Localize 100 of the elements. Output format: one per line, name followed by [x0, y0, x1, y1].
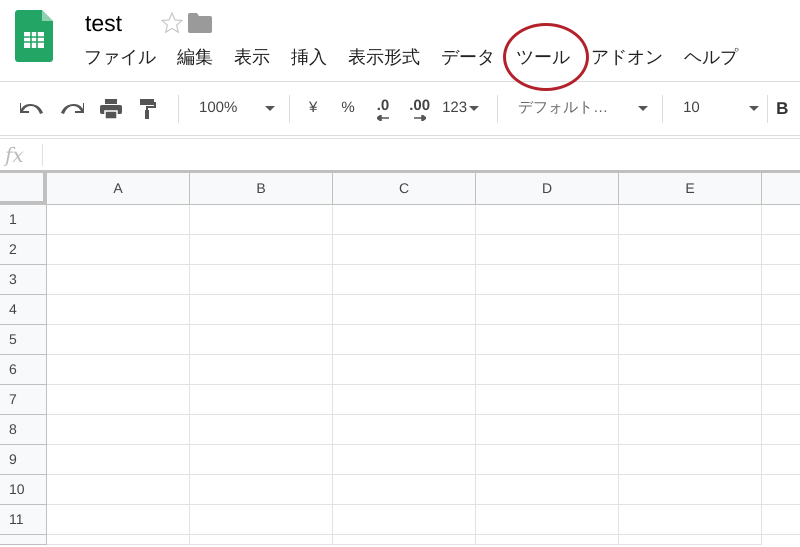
row-header[interactable]: 6	[0, 355, 47, 385]
menu-item[interactable]: データ	[440, 47, 496, 67]
redo-icon[interactable]	[60, 102, 84, 116]
row-header[interactable]: 8	[0, 415, 47, 445]
row-header[interactable]: 1	[0, 205, 47, 235]
cell[interactable]	[619, 415, 762, 445]
bold-button[interactable]: B	[776, 96, 788, 122]
cell[interactable]	[619, 385, 762, 415]
row-header[interactable]: 4	[0, 295, 47, 325]
cell[interactable]	[333, 265, 476, 295]
cell[interactable]	[190, 205, 333, 235]
cell[interactable]	[476, 445, 619, 475]
cell[interactable]	[333, 385, 476, 415]
cell[interactable]	[190, 505, 333, 535]
menu-item[interactable]: 表示	[233, 47, 271, 67]
cell[interactable]	[47, 295, 190, 325]
font-size-dropdown[interactable]: 10	[683, 97, 760, 120]
cell[interactable]	[190, 295, 333, 325]
cell[interactable]	[333, 235, 476, 265]
cell[interactable]	[476, 295, 619, 325]
cell[interactable]	[47, 205, 190, 235]
cell[interactable]	[47, 475, 190, 505]
cell[interactable]	[619, 325, 762, 355]
paint-format-icon[interactable]	[140, 98, 156, 118]
cell[interactable]	[333, 475, 476, 505]
cell[interactable]	[333, 505, 476, 535]
cell[interactable]	[47, 325, 190, 355]
currency-button[interactable]: ¥	[309, 97, 318, 120]
cell[interactable]	[333, 415, 476, 445]
cell[interactable]	[476, 415, 619, 445]
cell[interactable]	[333, 355, 476, 385]
cell[interactable]	[476, 355, 619, 385]
undo-icon[interactable]	[20, 102, 44, 116]
cell[interactable]	[47, 355, 190, 385]
menu-item[interactable]: ヘルプ	[683, 47, 739, 67]
cell[interactable]	[47, 385, 190, 415]
menu-item[interactable]: 挿入	[290, 47, 328, 67]
increase-decimals-button[interactable]: .00	[409, 96, 430, 120]
document-title[interactable]: test	[85, 6, 122, 40]
cell[interactable]	[476, 325, 619, 355]
row-header[interactable]: 10	[0, 475, 47, 505]
decrease-decimals-button[interactable]: .0	[376, 96, 390, 120]
cell[interactable]	[333, 325, 476, 355]
caret-icon[interactable]	[469, 106, 480, 111]
column-header[interactable]: A	[47, 173, 190, 205]
cell[interactable]	[476, 475, 619, 505]
caret-icon[interactable]	[749, 106, 760, 111]
cell[interactable]	[476, 385, 619, 415]
folder-icon[interactable]	[188, 13, 212, 33]
cell[interactable]	[476, 235, 619, 265]
cell[interactable]	[619, 235, 762, 265]
column-header[interactable]: D	[476, 173, 619, 205]
cell[interactable]	[190, 265, 333, 295]
cell[interactable]	[619, 265, 762, 295]
cell[interactable]	[333, 445, 476, 475]
cell[interactable]	[476, 265, 619, 295]
cell[interactable]	[476, 535, 619, 545]
cell[interactable]	[619, 355, 762, 385]
column-header[interactable]	[762, 173, 800, 205]
cell[interactable]	[333, 535, 476, 545]
cell[interactable]	[47, 415, 190, 445]
number-format-dropdown[interactable]: 123	[442, 97, 480, 120]
print-icon[interactable]	[100, 98, 122, 118]
cell[interactable]	[333, 205, 476, 235]
zoom-dropdown[interactable]: 100%	[199, 97, 275, 120]
row-header[interactable]: 3	[0, 265, 47, 295]
cell[interactable]	[190, 325, 333, 355]
row-header[interactable]: 5	[0, 325, 47, 355]
menu-item[interactable]: アドオン	[590, 47, 664, 67]
row-header[interactable]: 11	[0, 505, 47, 535]
cell[interactable]	[190, 475, 333, 505]
row-header[interactable]: 2	[0, 235, 47, 265]
column-header[interactable]: C	[333, 173, 476, 205]
cell[interactable]	[190, 535, 333, 545]
menu-item[interactable]: ツール	[515, 47, 571, 67]
cell[interactable]	[619, 445, 762, 475]
cell[interactable]	[47, 505, 190, 535]
cell[interactable]	[619, 475, 762, 505]
menu-item[interactable]: 編集	[176, 47, 214, 67]
select-all-corner[interactable]	[0, 173, 47, 205]
cell[interactable]	[47, 535, 190, 545]
cell[interactable]	[476, 505, 619, 535]
cell[interactable]	[619, 535, 762, 545]
cell[interactable]	[190, 235, 333, 265]
font-dropdown[interactable]: デフォルト…	[518, 97, 648, 120]
cell[interactable]	[619, 505, 762, 535]
cell[interactable]	[47, 235, 190, 265]
row-header[interactable]: 9	[0, 445, 47, 475]
cell[interactable]	[190, 445, 333, 475]
caret-icon[interactable]	[638, 106, 648, 111]
star-icon[interactable]	[160, 11, 184, 35]
row-header[interactable]: 7	[0, 385, 47, 415]
cell[interactable]	[619, 295, 762, 325]
percent-button[interactable]: %	[341, 97, 355, 120]
cell[interactable]	[333, 295, 476, 325]
cell[interactable]	[190, 415, 333, 445]
menu-item[interactable]: ファイル	[83, 47, 157, 67]
cell[interactable]	[619, 205, 762, 235]
column-header[interactable]: B	[190, 173, 333, 205]
cell[interactable]	[476, 205, 619, 235]
